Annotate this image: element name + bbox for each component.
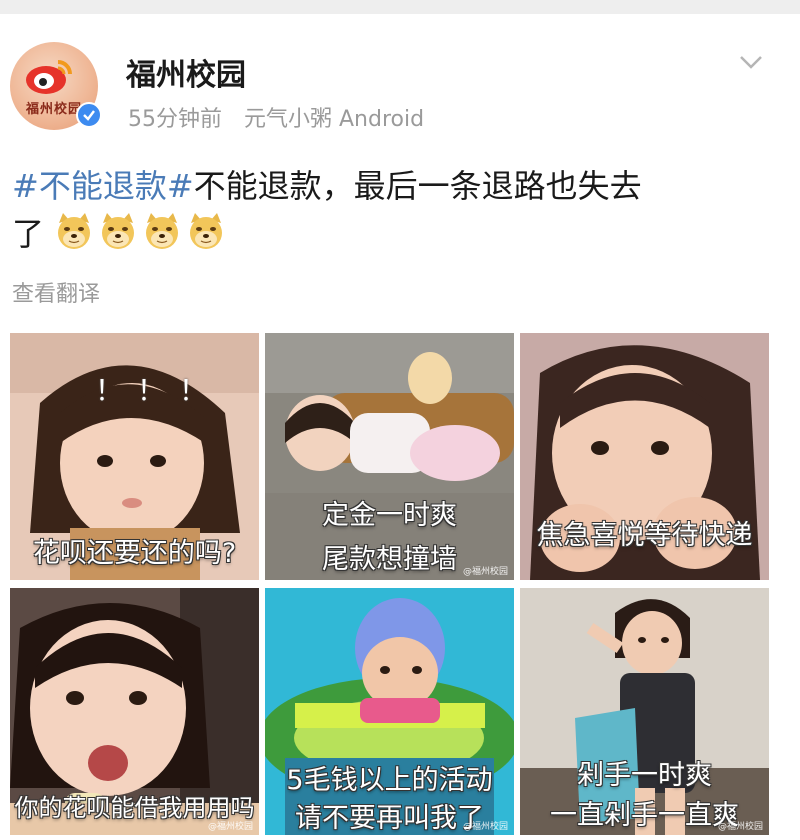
image-caption: 定金一时爽 <box>322 500 457 531</box>
image-watermark: @福州校园 <box>207 822 253 832</box>
user-name[interactable]: 福州校园 <box>126 50 246 94</box>
hashtag-link[interactable]: #不能退款# <box>12 167 194 205</box>
post-text-line-1: #不能退款#不能退款，最后一条退路也失去 <box>12 162 772 210</box>
image-thumbnail-5[interactable]: 5毛钱以上的活动 请不要再叫我了 @福州校园 <box>265 588 514 835</box>
image-watermark: @福州校园 <box>462 822 508 832</box>
image-thumbnail-1[interactable]: ！！！ 花呗还要还的吗? <box>10 333 259 580</box>
doge-emoji-icon <box>189 212 223 250</box>
image-thumbnail-2[interactable]: 定金一时爽 尾款想撞墙 @福州校园 <box>265 333 514 580</box>
image-caption: 花呗还要还的吗? <box>32 538 237 569</box>
image-watermark: @福州校园 <box>462 567 508 577</box>
image-caption: 你的花呗能借我用用吗 <box>14 794 255 822</box>
image-caption: 焦急喜悦等待快递 <box>536 520 753 551</box>
weibo-logo-icon <box>26 60 72 94</box>
verified-badge-icon <box>76 102 102 128</box>
image-thumbnail-6[interactable]: 剁手一时爽 一直剁手一直爽 @福州校园 <box>520 588 769 835</box>
image-grid: ！！！ 花呗还要还的吗? 定金一时爽 尾款想撞墙 @福州校园 焦急喜悦等待快递 … <box>10 333 770 835</box>
translate-link[interactable]: 查看翻译 <box>12 276 100 308</box>
doge-emoji-icon <box>145 212 179 250</box>
image-caption: 剁手一时爽 <box>577 760 712 791</box>
image-thumbnail-3[interactable]: 焦急喜悦等待快递 <box>520 333 769 580</box>
post-body-tail: 了 <box>12 215 45 253</box>
image-watermark: @福州校园 <box>717 822 763 832</box>
exclamation-marks: ！！！ <box>94 374 221 407</box>
chevron-down-icon[interactable] <box>738 52 764 72</box>
image-thumbnail-4[interactable]: 你的花呗能借我用用吗 @福州校园 <box>10 588 259 835</box>
top-divider-strip <box>0 0 800 14</box>
post-source[interactable]: 元气小粥 Android <box>244 107 424 132</box>
doge-emoji-icon <box>101 212 135 250</box>
post-body: 不能退款，最后一条退路也失去 <box>193 167 642 205</box>
doge-emoji-icon <box>57 212 91 250</box>
post-text: #不能退款#不能退款，最后一条退路也失去 了 <box>12 162 772 258</box>
image-caption: 5毛钱以上的活动 <box>286 765 493 796</box>
post-text-line-2: 了 <box>12 210 772 258</box>
post-meta: 55分钟前 元气小粥 Android <box>128 101 424 133</box>
post-time: 55分钟前 <box>128 107 222 132</box>
